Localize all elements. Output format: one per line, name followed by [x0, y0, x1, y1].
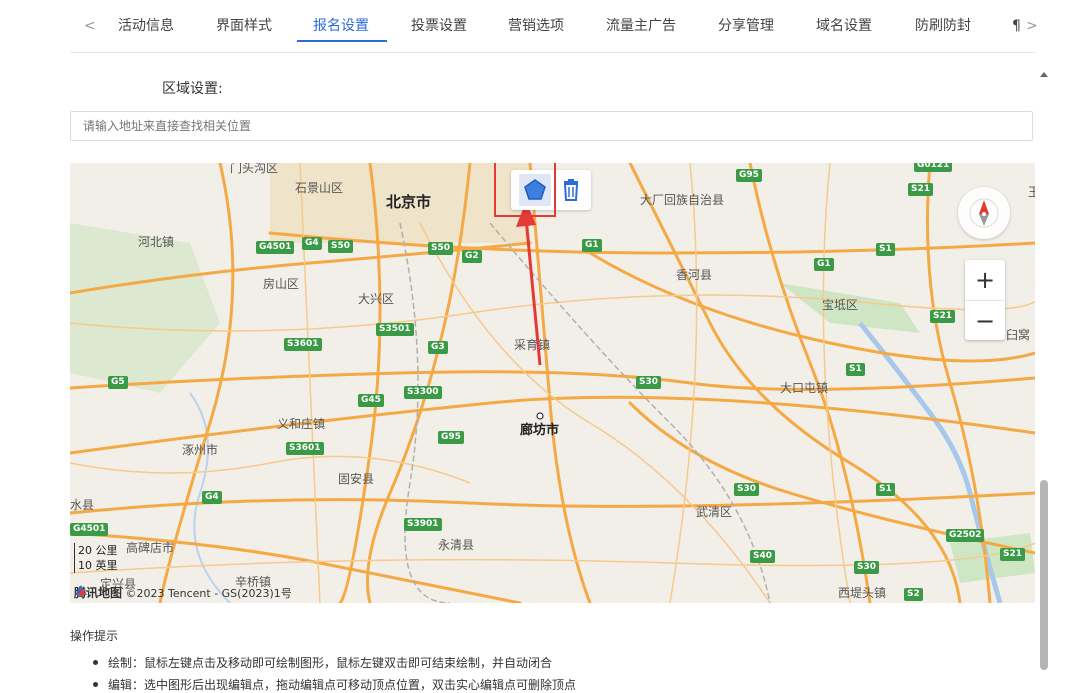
trash-icon [563, 179, 579, 201]
tab-share-management[interactable]: 分享管理 [718, 0, 774, 42]
zoom-control: + − [965, 260, 1005, 340]
active-tab-indicator [297, 40, 387, 42]
zoom-out-button[interactable]: − [965, 300, 1005, 341]
road-shield: G45 [358, 394, 384, 407]
tab-anti-spam[interactable]: 防刷防封 [915, 0, 971, 42]
road-shield: G95 [438, 431, 464, 444]
map-copyright: ©2023 Tencent - GS(2023)1号 [125, 587, 292, 600]
tab-interface-style[interactable]: 界面样式 [216, 0, 272, 42]
city-label: 高碑店市 [126, 541, 175, 555]
road-shield: S30 [636, 376, 662, 389]
road-shield: S21 [1000, 548, 1026, 561]
map-scale: 20 公里 10 英里 [74, 543, 118, 573]
road-shield: S1 [876, 483, 895, 496]
address-search-input[interactable] [70, 111, 1033, 141]
scrollbar-thumb[interactable] [1040, 480, 1048, 670]
tab-domain-settings[interactable]: 域名设置 [816, 0, 872, 42]
road-shield: S3901 [404, 518, 442, 531]
scale-km: 20 公里 [78, 544, 118, 557]
city-label: 永清县 [438, 538, 475, 552]
road-shield: S30 [854, 561, 880, 574]
scale-mi: 10 英里 [78, 559, 118, 572]
tencent-map-logo-icon [75, 585, 87, 595]
road-shield: G5 [108, 376, 128, 389]
road-shield: S1 [876, 243, 895, 256]
city-label: 涿州市 [182, 443, 219, 457]
tab-vote-settings[interactable]: 投票设置 [411, 0, 467, 42]
city-label: 河北镇 [138, 235, 175, 249]
tab-bar: < 活动信息 界面样式 报名设置 投票设置 营销选项 流量主广告 分享管理 域名… [70, 0, 1038, 53]
annotation-highlight-box [494, 163, 556, 217]
city-label: 水县 [70, 498, 95, 512]
city-label: 固安县 [338, 472, 375, 486]
map-attribution: 腾讯地图 ©2023 Tencent - GS(2023)1号 [74, 584, 292, 601]
city-label: 门头沟区 [230, 163, 279, 175]
road-shield: G2 [462, 250, 482, 263]
city-label: 臼窝 [1006, 328, 1031, 342]
road-shield: G2502 [946, 529, 985, 542]
tab-next-arrow[interactable]: > [1026, 19, 1038, 33]
road-shield: S30 [734, 483, 760, 496]
city-label: 宝坻区 [822, 298, 859, 312]
tab-activity-info[interactable]: 活动信息 [118, 0, 174, 42]
city-label: 武清区 [696, 505, 733, 519]
city-label: 大兴区 [358, 292, 395, 306]
road-shield: S3601 [284, 338, 322, 351]
road-shield: G4501 [256, 241, 295, 254]
city-label: 西堤头镇 [838, 586, 887, 600]
road-shield: S50 [328, 240, 354, 253]
tab-prev-arrow[interactable]: < [84, 19, 96, 33]
road-shield: S50 [428, 242, 454, 255]
road-shield: S3501 [376, 323, 414, 336]
compass-control[interactable] [958, 187, 1010, 239]
road-shield: G95 [736, 169, 762, 182]
road-shield: G1 [582, 239, 602, 252]
city-label: 石景山区 [295, 181, 344, 195]
road-shield: S3300 [404, 386, 442, 399]
road-shield: S21 [908, 183, 934, 196]
city-label: 大口屯镇 [780, 381, 829, 395]
road-shield: G1 [814, 258, 834, 271]
scroll-up-arrow[interactable] [1040, 72, 1048, 77]
city-label: 香河县 [676, 268, 713, 282]
road-shield: S2 [904, 588, 923, 601]
tab-traffic-ads[interactable]: 流量主广告 [606, 0, 676, 42]
road-shield: G4501 [70, 523, 109, 536]
road-shield: S40 [750, 550, 776, 563]
city-label: 义和庄镇 [277, 417, 326, 431]
tab-marketing-options[interactable]: 营销选项 [508, 0, 564, 42]
city-label-langfang: 廊坊市 [520, 423, 560, 438]
map-base-layer [70, 163, 1035, 603]
road-shield: S21 [930, 310, 956, 323]
road-shield: G0121 [914, 163, 953, 172]
delete-shape-button[interactable] [559, 178, 583, 202]
hint-item-draw: 绘制：鼠标左键点击及移动即可绘制图形，鼠标左键双击即可结束绘制，并自动闭合 [92, 656, 553, 670]
compass-icon [969, 198, 999, 228]
city-label: 采育镇 [514, 338, 551, 352]
zoom-in-button[interactable]: + [965, 260, 1005, 300]
tab-more[interactable]: ¶ [1012, 0, 1021, 42]
region-settings-label: 区域设置: [162, 81, 223, 97]
hint-item-edit: 编辑：选中图形后出现编辑点，拖动编辑点可移动顶点位置，双击实心编辑点可删除顶点 [92, 678, 577, 692]
map-canvas[interactable]: 门头沟区 石景山区 北京市 河北镇 房山区 大兴区 采育镇 大厂回族自治县 香河… [70, 163, 1035, 603]
road-shield: S3601 [286, 442, 324, 455]
hints-title: 操作提示 [70, 629, 119, 643]
city-label: 房山区 [263, 277, 300, 291]
city-label: 玉 [1028, 185, 1035, 199]
tab-registration-settings[interactable]: 报名设置 [313, 0, 369, 42]
road-shield: G4 [302, 237, 322, 250]
road-shield: G3 [428, 341, 448, 354]
city-label-beijing: 北京市 [386, 193, 432, 211]
road-shield: S1 [846, 363, 865, 376]
city-label: 大厂回族自治县 [640, 193, 725, 207]
road-shield: G4 [202, 491, 222, 504]
